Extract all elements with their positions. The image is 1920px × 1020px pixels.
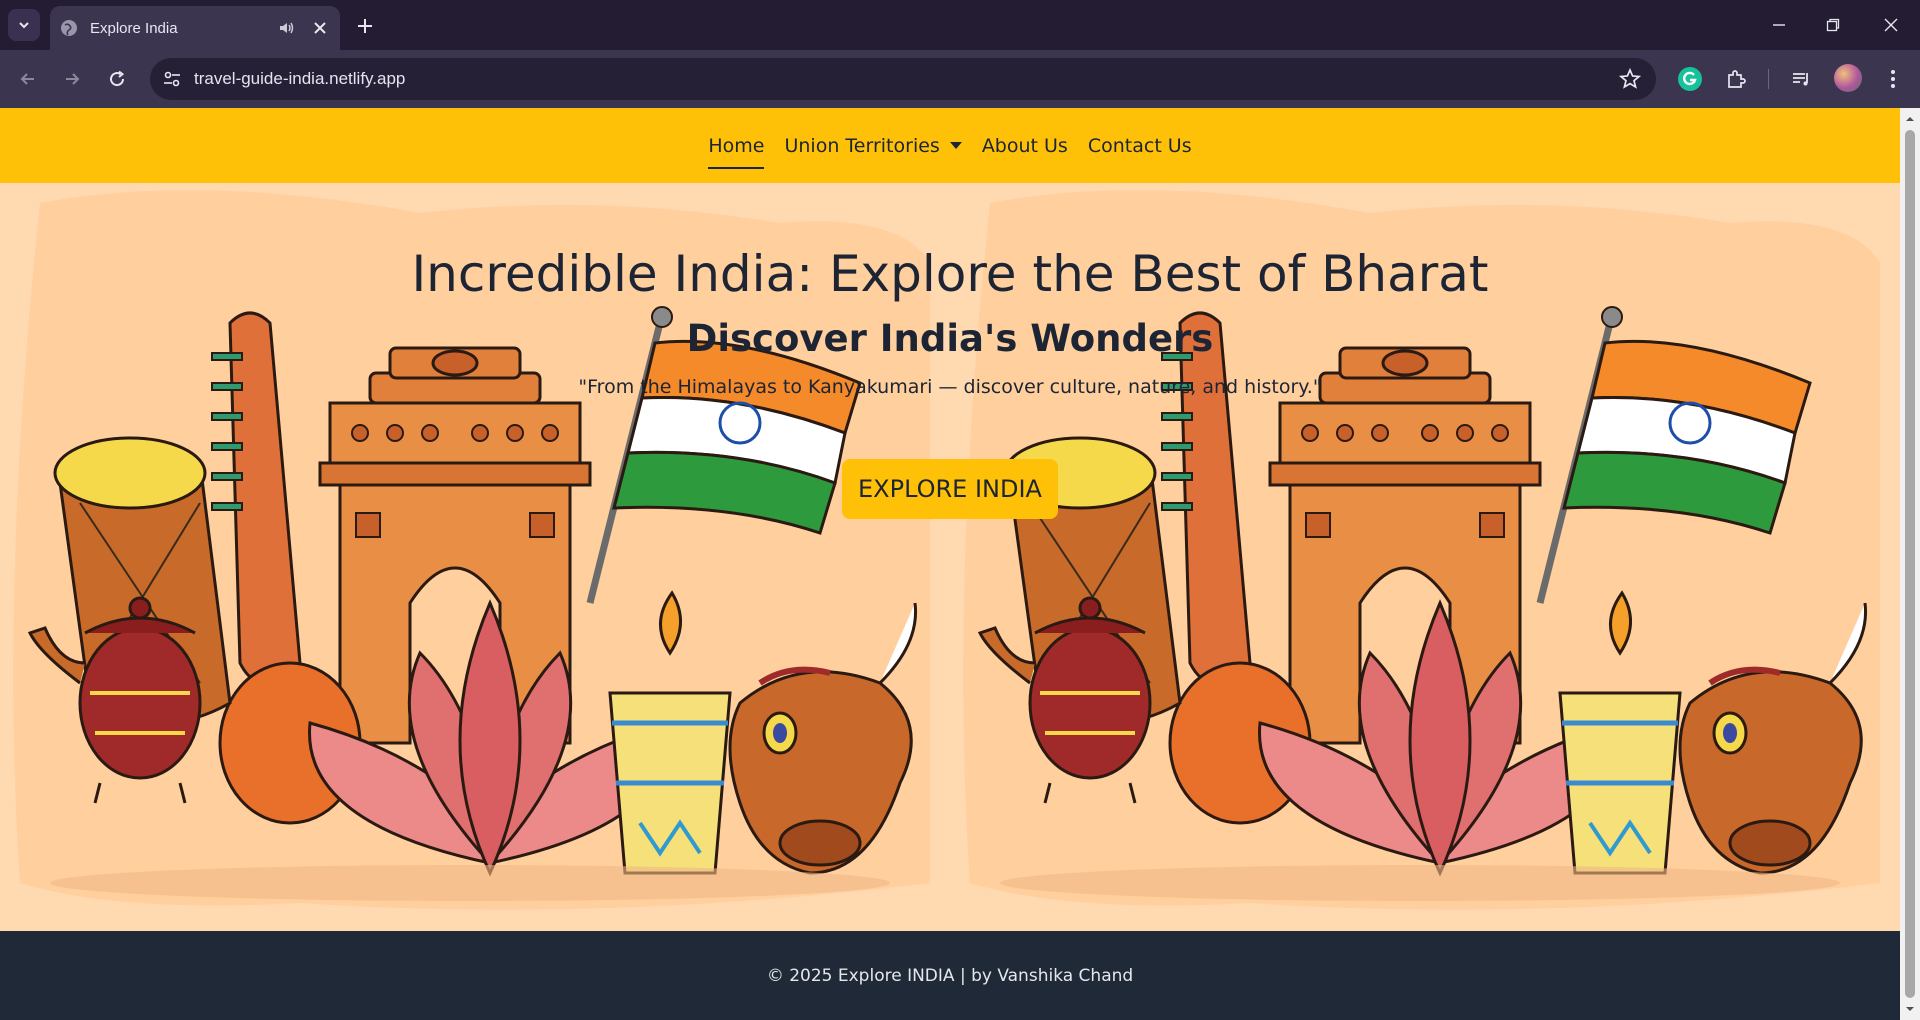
hero-title: Incredible India: Explore the Best of Bh…	[411, 245, 1489, 303]
explore-india-button[interactable]: EXPLORE INDIA	[842, 459, 1058, 519]
caret-down-icon	[949, 142, 962, 149]
browser-tab[interactable]: Explore India	[50, 6, 340, 50]
avatar[interactable]	[1834, 64, 1862, 92]
scroll-up-icon[interactable]	[1905, 114, 1915, 124]
plus-icon[interactable]	[352, 13, 378, 39]
hero-subtitle: Discover India's Wonders	[686, 317, 1214, 360]
star-icon[interactable]	[1618, 67, 1642, 91]
reload-icon[interactable]	[103, 65, 131, 93]
page-scrollbar[interactable]	[1900, 108, 1920, 1020]
browser-toolbar: travel-guide-india.netlify.app	[0, 50, 1920, 108]
nav-home[interactable]: Home	[708, 131, 765, 169]
page-viewport: Home Union Territories About Us Contact …	[0, 108, 1900, 1020]
tab-strip: Explore India	[0, 0, 1920, 50]
scroll-thumb[interactable]	[1905, 130, 1915, 998]
extensions-icon[interactable]	[1723, 66, 1749, 92]
nav-union-territories[interactable]: Union Territories	[784, 131, 962, 161]
restore-icon[interactable]	[1820, 12, 1846, 38]
forward-icon[interactable]	[58, 65, 86, 93]
address-bar[interactable]: travel-guide-india.netlify.app	[150, 58, 1656, 100]
url-text: travel-guide-india.netlify.app	[194, 69, 406, 88]
globe-icon	[60, 19, 78, 37]
close-icon[interactable]	[310, 18, 330, 38]
footer-text: © 2025 Explore INDIA | by Vanshika Chand	[766, 965, 1134, 986]
nav-about-us[interactable]: About Us	[982, 131, 1068, 161]
grammarly-icon[interactable]	[1677, 66, 1703, 92]
tab-title: Explore India	[90, 19, 178, 37]
speaker-icon[interactable]	[276, 18, 296, 38]
site-navbar: Home Union Territories About Us Contact …	[0, 108, 1900, 183]
tab-search-icon[interactable]	[8, 9, 40, 41]
toolbar-divider	[1768, 69, 1769, 89]
site-info-icon[interactable]	[160, 67, 184, 91]
media-icon[interactable]	[1788, 66, 1814, 92]
minimize-icon[interactable]	[1766, 12, 1792, 38]
hero-content: Incredible India: Explore the Best of Bh…	[0, 183, 1900, 931]
scroll-down-icon[interactable]	[1905, 1004, 1915, 1014]
close-window-icon[interactable]	[1878, 12, 1904, 38]
back-icon[interactable]	[14, 65, 42, 93]
hero-quote: "From the Himalayas to Kanyakumari — dis…	[578, 376, 1322, 398]
hero-section: Incredible India: Explore the Best of Bh…	[0, 183, 1900, 931]
site-footer: © 2025 Explore INDIA | by Vanshika Chand	[0, 931, 1900, 1020]
menu-icon[interactable]	[1880, 66, 1906, 92]
nav-union-territories-label: Union Territories	[784, 134, 940, 157]
nav-contact-us[interactable]: Contact Us	[1088, 131, 1192, 161]
